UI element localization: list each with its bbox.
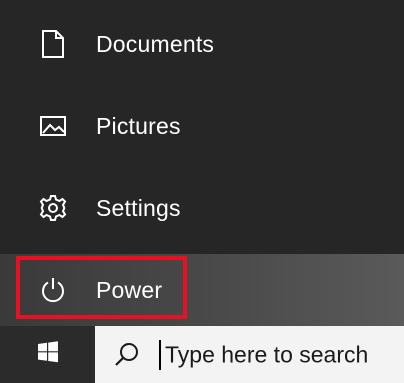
text-cursor <box>159 340 161 370</box>
search-icon <box>113 341 141 369</box>
menu-item-label: Pictures <box>96 112 181 139</box>
gear-icon <box>36 191 70 225</box>
windows-logo-icon <box>37 341 59 368</box>
search-box[interactable]: Type here to search <box>95 326 404 383</box>
search-placeholder: Type here to search <box>165 341 369 367</box>
power-icon <box>36 273 70 307</box>
start-button[interactable] <box>0 326 95 383</box>
pictures-icon <box>36 109 70 143</box>
start-menu-item-pictures[interactable]: Pictures <box>0 90 404 162</box>
menu-item-label: Documents <box>96 30 215 57</box>
start-menu: Documents Pictures Settings Power <box>0 0 404 326</box>
menu-item-label: Settings <box>96 194 181 221</box>
start-menu-item-power[interactable]: Power <box>0 254 404 326</box>
start-menu-item-settings[interactable]: Settings <box>0 172 404 244</box>
start-menu-item-documents[interactable]: Documents <box>0 8 404 80</box>
taskbar: Type here to search <box>0 326 404 383</box>
document-icon <box>36 27 70 61</box>
menu-item-label: Power <box>96 276 163 303</box>
